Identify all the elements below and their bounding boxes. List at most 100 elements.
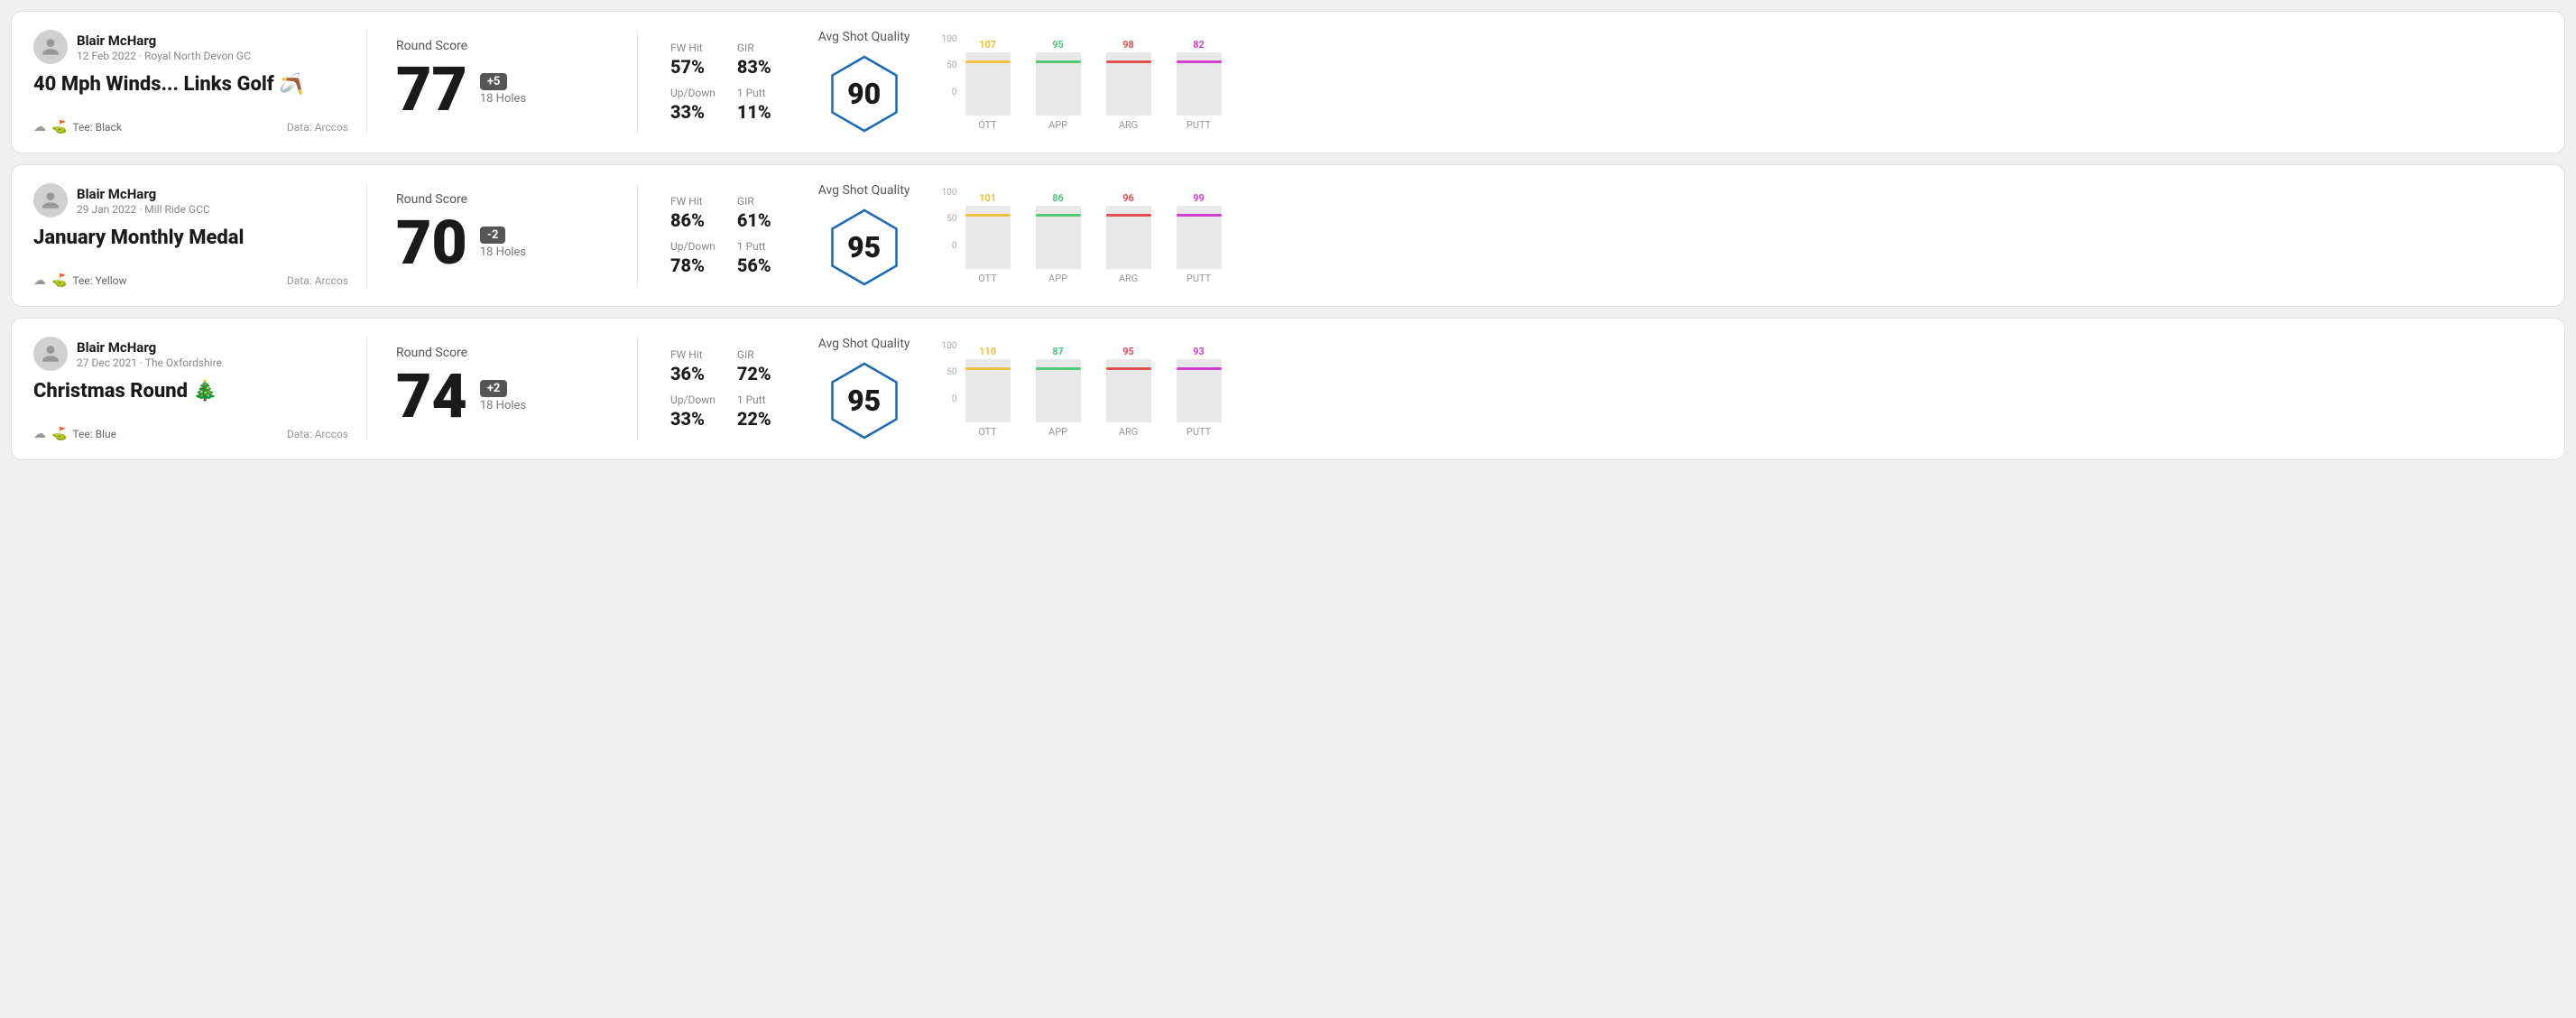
round-left-section: Blair McHarg 27 Dec 2021 · The Oxfordshi…	[33, 337, 367, 441]
stat-one-putt: 1 Putt 56%	[737, 240, 782, 276]
round-score-label: Round Score	[396, 192, 608, 207]
tee-info: ☁ ⛳ Tee: Yellow	[33, 273, 127, 288]
avatar	[33, 337, 68, 371]
avg-shot-label: Avg Shot Quality	[818, 30, 910, 44]
round-score-label: Round Score	[396, 346, 608, 360]
player-info: Blair McHarg 27 Dec 2021 · The Oxfordshi…	[33, 337, 348, 371]
score-row: 77 +5 18 Holes	[396, 59, 608, 120]
bar-group-app: 87	[1031, 346, 1085, 422]
bar-group-putt: 99	[1172, 192, 1226, 269]
score-badge: +5 18 Holes	[480, 73, 526, 106]
avatar	[33, 183, 68, 217]
hexagon: 90	[824, 53, 905, 134]
tee-info: ☁ ⛳ Tee: Blue	[33, 427, 116, 441]
bar-group-ott: 101	[961, 192, 1015, 269]
stat-gir: GIR 61%	[737, 195, 782, 231]
hexagon-container: 95	[818, 360, 910, 441]
bar-group-arg: 98	[1102, 39, 1156, 116]
stats-grid: FW Hit 57% GIR 83% Up/Down 33% 1 Putt 11…	[670, 42, 782, 123]
hexagon-score: 95	[847, 230, 881, 264]
score-section: Round Score 74 +2 18 Holes	[367, 337, 638, 441]
stat-one-putt: 1 Putt 11%	[737, 87, 782, 123]
shot-quality-section: Avg Shot Quality 90 100 50 0	[797, 30, 2543, 134]
tee-label: Tee: Blue	[72, 428, 116, 440]
round-score-label: Round Score	[396, 39, 608, 53]
round-card: Blair McHarg 27 Dec 2021 · The Oxfordshi…	[11, 318, 2565, 460]
stat-one-putt: 1 Putt 22%	[737, 393, 782, 430]
shot-quality-left: Avg Shot Quality 95	[818, 337, 910, 441]
stat-up-down: Up/Down 33%	[670, 393, 716, 430]
shot-quality-section: Avg Shot Quality 95 100 50 0	[797, 337, 2543, 441]
weather-icon: ☁	[33, 273, 46, 288]
bag-icon: ⛳	[51, 427, 67, 441]
round-left-section: Blair McHarg 12 Feb 2022 · Royal North D…	[33, 30, 367, 134]
bar-group-putt: 82	[1172, 39, 1226, 116]
round-card: Blair McHarg 12 Feb 2022 · Royal North D…	[11, 11, 2565, 153]
score-badge: -2 18 Holes	[480, 227, 526, 259]
data-source: Data: Arccos	[287, 428, 348, 440]
player-name: Blair McHarg	[77, 32, 251, 49]
stat-fw-hit: FW Hit 36%	[670, 348, 716, 384]
data-source: Data: Arccos	[287, 274, 348, 287]
person-icon	[41, 344, 60, 364]
stat-up-down: Up/Down 33%	[670, 87, 716, 123]
score-section: Round Score 77 +5 18 Holes	[367, 30, 638, 134]
shot-quality-chart: 100 50 0 101 86 96	[932, 188, 1226, 284]
score-row: 74 +2 18 Holes	[396, 366, 608, 427]
score-number: 70	[396, 212, 467, 273]
score-diff-badge: +2	[480, 380, 508, 397]
score-diff-badge: +5	[480, 73, 508, 90]
bag-icon: ⛳	[51, 120, 67, 134]
hexagon-score: 95	[847, 384, 881, 418]
stats-section: FW Hit 57% GIR 83% Up/Down 33% 1 Putt 11…	[638, 30, 797, 134]
stat-up-down: Up/Down 78%	[670, 240, 716, 276]
score-badge: +2 18 Holes	[480, 380, 526, 412]
hexagon-container: 95	[818, 207, 910, 288]
score-row: 70 -2 18 Holes	[396, 212, 608, 273]
person-icon	[41, 37, 60, 57]
weather-icon: ☁	[33, 427, 46, 441]
avg-shot-label: Avg Shot Quality	[818, 183, 910, 198]
player-date: 27 Dec 2021 · The Oxfordshire	[77, 356, 222, 369]
hexagon-container: 90	[818, 53, 910, 134]
holes-label: 18 Holes	[480, 92, 526, 106]
bottom-info: ☁ ⛳ Tee: Yellow Data: Arccos	[33, 273, 348, 288]
bar-group-app: 86	[1031, 192, 1085, 269]
bottom-info: ☁ ⛳ Tee: Black Data: Arccos	[33, 120, 348, 134]
hexagon-score: 90	[847, 77, 881, 111]
player-info: Blair McHarg 12 Feb 2022 · Royal North D…	[33, 30, 348, 64]
avg-shot-label: Avg Shot Quality	[818, 337, 910, 351]
stat-fw-hit: FW Hit 86%	[670, 195, 716, 231]
shot-quality-left: Avg Shot Quality 95	[818, 183, 910, 288]
round-card: Blair McHarg 29 Jan 2022 · Mill Ride GCC…	[11, 164, 2565, 307]
shot-quality-left: Avg Shot Quality 90	[818, 30, 910, 134]
person-icon	[41, 190, 60, 210]
holes-label: 18 Holes	[480, 399, 526, 412]
bottom-info: ☁ ⛳ Tee: Blue Data: Arccos	[33, 427, 348, 441]
bar-group-arg: 96	[1102, 192, 1156, 269]
score-section: Round Score 70 -2 18 Holes	[367, 183, 638, 288]
tee-info: ☁ ⛳ Tee: Black	[33, 120, 122, 134]
score-number: 77	[396, 59, 467, 120]
hexagon: 95	[824, 360, 905, 441]
bar-group-ott: 107	[961, 39, 1015, 116]
stats-section: FW Hit 86% GIR 61% Up/Down 78% 1 Putt 56…	[638, 183, 797, 288]
bar-group-ott: 110	[961, 346, 1015, 422]
weather-icon: ☁	[33, 120, 46, 134]
round-title: 40 Mph Winds... Links Golf 🪃	[33, 73, 348, 97]
player-date: 12 Feb 2022 · Royal North Devon GC	[77, 50, 251, 62]
hexagon: 95	[824, 207, 905, 288]
bar-group-putt: 93	[1172, 346, 1226, 422]
round-left-section: Blair McHarg 29 Jan 2022 · Mill Ride GCC…	[33, 183, 367, 288]
stat-gir: GIR 83%	[737, 42, 782, 78]
score-diff-badge: -2	[480, 227, 506, 244]
shot-quality-chart: 100 50 0 107 95 98	[932, 34, 1226, 131]
avatar	[33, 30, 68, 64]
data-source: Data: Arccos	[287, 121, 348, 134]
stats-grid: FW Hit 86% GIR 61% Up/Down 78% 1 Putt 56…	[670, 195, 782, 276]
player-date: 29 Jan 2022 · Mill Ride GCC	[77, 203, 210, 216]
player-info: Blair McHarg 29 Jan 2022 · Mill Ride GCC	[33, 183, 348, 217]
tee-label: Tee: Black	[72, 121, 121, 134]
round-title: Christmas Round 🎄	[33, 380, 348, 403]
shot-quality-section: Avg Shot Quality 95 100 50 0	[797, 183, 2543, 288]
